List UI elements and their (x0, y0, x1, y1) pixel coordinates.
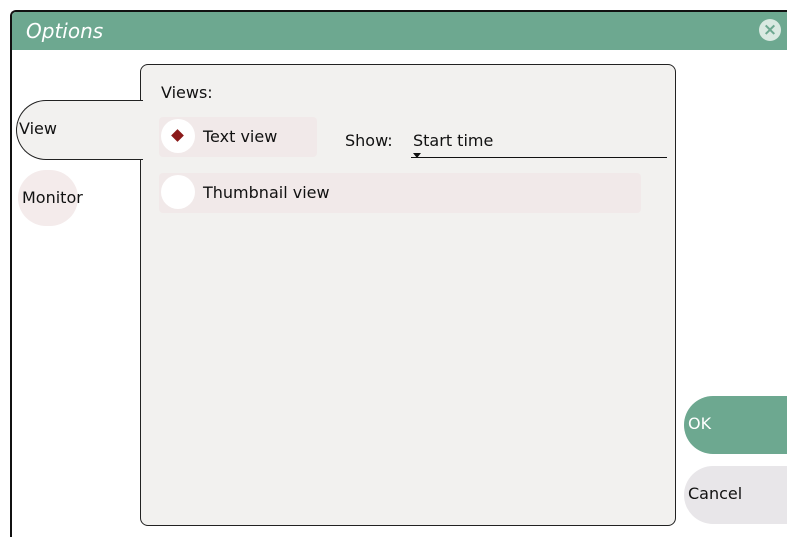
cancel-button[interactable]: Cancel (684, 466, 787, 524)
close-icon: × (762, 20, 778, 40)
radio-selected-dot-icon (171, 129, 184, 142)
show-dropdown[interactable]: Start time (411, 125, 667, 158)
views-heading: Views: (161, 83, 213, 102)
show-label: Show: (345, 131, 393, 150)
close-button[interactable]: × (759, 19, 781, 41)
thumbnail-view-radio[interactable]: Thumbnail view (159, 173, 641, 213)
tab-view-label: View (19, 119, 57, 138)
radio-button-selected (161, 119, 195, 153)
text-view-radio[interactable]: Text view (159, 117, 317, 157)
options-dialog: Options × View Monitor Views: Text view … (10, 10, 787, 537)
thumbnail-view-label: Thumbnail view (203, 183, 330, 202)
text-view-label: Text view (203, 127, 278, 146)
dropdown-arrow-icon (413, 153, 421, 158)
view-options-panel: Views: Text view Show: Start time Thumbn… (140, 64, 676, 526)
show-dropdown-value: Start time (413, 131, 494, 150)
ok-button[interactable]: OK (684, 396, 787, 454)
dialog-title: Options (26, 19, 104, 43)
ok-button-label: OK (688, 414, 712, 433)
title-bar: Options × (12, 12, 787, 50)
tab-monitor-label: Monitor (22, 188, 83, 207)
radio-button-unselected (161, 175, 195, 209)
tab-monitor[interactable]: Monitor (18, 170, 83, 226)
tab-view[interactable]: View (16, 100, 143, 160)
cancel-button-label: Cancel (688, 484, 743, 503)
